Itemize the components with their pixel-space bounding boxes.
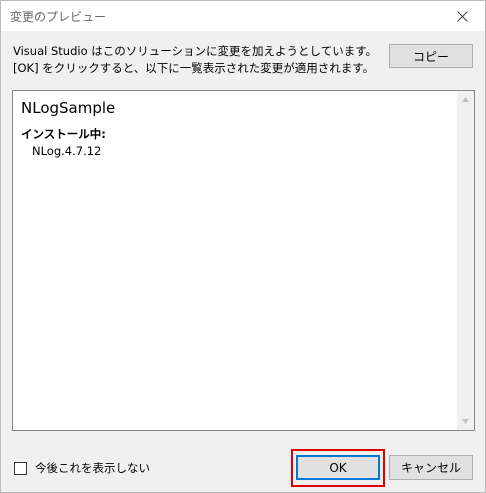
preview-changes-dialog: 変更のプレビュー Visual Studio はこのソリューションに変更を加えよ…	[0, 0, 486, 493]
chevron-down-icon	[462, 419, 469, 424]
copy-button[interactable]: コピー	[389, 44, 473, 68]
cancel-button[interactable]: キャンセル	[389, 455, 473, 480]
scroll-down-button[interactable]	[457, 413, 474, 430]
project-name: NLogSample	[21, 99, 116, 117]
close-button[interactable]	[439, 1, 485, 31]
dialog-title: 変更のプレビュー	[10, 10, 107, 24]
dont-show-again-checkbox[interactable]	[14, 461, 27, 475]
close-icon	[456, 10, 468, 22]
ok-button[interactable]: OK	[296, 455, 380, 480]
chevron-up-icon	[462, 97, 469, 102]
scroll-up-button[interactable]	[457, 91, 474, 108]
dont-show-again-label: 今後これを表示しない	[35, 461, 150, 475]
changes-preview-pane[interactable]: NLogSample インストール中: NLog.4.7.12	[12, 90, 475, 431]
dont-show-again-option[interactable]: 今後これを表示しない	[14, 460, 150, 476]
title-bar: 変更のプレビュー	[1, 1, 485, 31]
installing-label: インストール中:	[21, 127, 106, 141]
package-item: NLog.4.7.12	[32, 144, 102, 158]
preview-content: NLogSample インストール中: NLog.4.7.12	[21, 99, 115, 158]
vertical-scrollbar[interactable]	[457, 91, 474, 430]
description-text: Visual Studio はこのソリューションに変更を加えようとしています。[…	[13, 44, 378, 75]
